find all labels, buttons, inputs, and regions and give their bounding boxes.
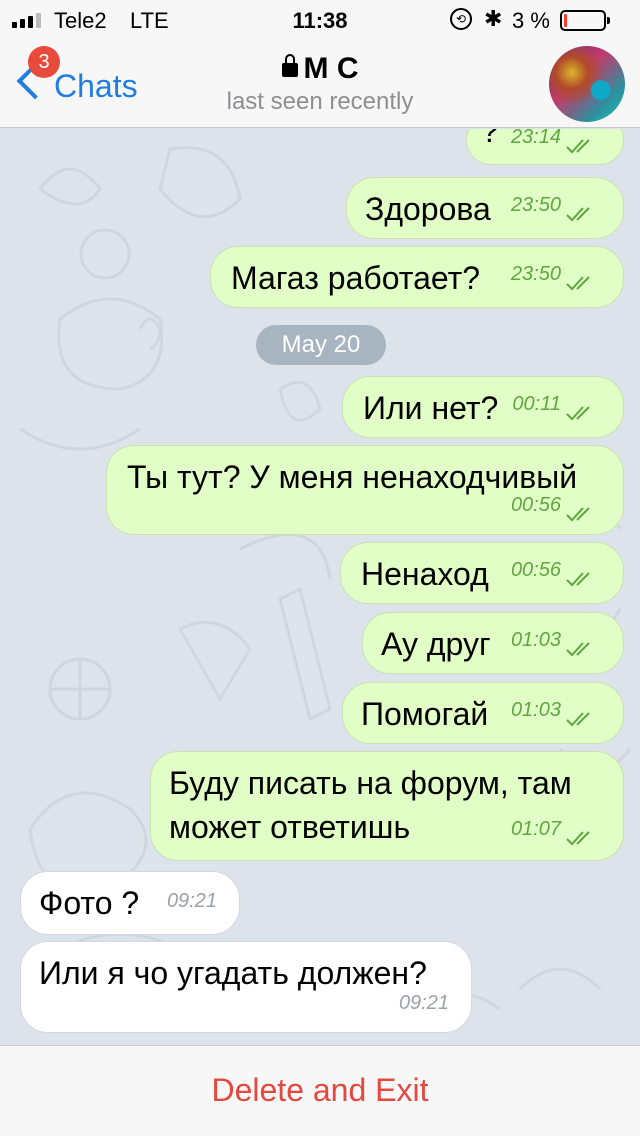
message-text: Или нет?: [363, 390, 499, 426]
message-list[interactable]: ? 23:14 Здорова 23:50 Магаз работает? 23…: [0, 129, 640, 1045]
date-separator: May 20: [256, 325, 386, 365]
message-time-text: 23:14: [510, 129, 561, 148]
double-check-icon: [566, 139, 590, 154]
message-time-text: 00:56: [510, 559, 561, 581]
lock-icon: [281, 54, 298, 77]
message-bubble-outgoing[interactable]: Или нет? 00:11: [342, 376, 624, 438]
message-time-text: 01:03: [510, 629, 561, 651]
bottom-action-bar: Delete and Exit: [0, 1045, 640, 1136]
message-bubble-outgoing[interactable]: Здорова 23:50: [346, 177, 624, 239]
message-time: 00:11: [512, 385, 590, 423]
double-check-icon: [566, 276, 590, 291]
message-time: 01:07: [510, 810, 590, 848]
double-check-icon: [566, 712, 590, 727]
message-bubble-outgoing[interactable]: Ты тут? У меня ненаходчивый 00:56: [106, 445, 624, 535]
message-text: Или я чо угадать должен?: [39, 955, 427, 991]
message-text: Ненаход: [361, 556, 489, 592]
message-text: Фото ?: [39, 885, 140, 921]
chat-title-area[interactable]: M C last seen recently: [160, 52, 480, 116]
message-time-text: 00:11: [512, 393, 561, 415]
message-text: ?: [481, 129, 499, 149]
message-bubble-outgoing[interactable]: Помогай 01:03: [342, 682, 624, 744]
message-time-text: 00:56: [510, 494, 561, 516]
battery-level: [564, 14, 567, 27]
message-time: 23:50: [510, 186, 590, 224]
bluetooth-icon: ✱: [484, 6, 503, 31]
message-time-text: 01:03: [510, 699, 561, 721]
avatar[interactable]: [549, 46, 625, 122]
message-time: 01:03: [510, 691, 590, 729]
battery-percent: 3 %: [512, 8, 550, 33]
status-bar: Tele2 LTE 11:38 ⟲ ✱ 3 %: [0, 0, 640, 40]
message-time-text: 23:50: [510, 263, 561, 285]
back-button[interactable]: Chats 3: [14, 46, 154, 110]
message-time: 09:21: [398, 992, 449, 1014]
message-text: Помогай: [361, 696, 489, 732]
message-bubble-outgoing[interactable]: ? 23:14: [466, 129, 624, 165]
message-bubble-outgoing[interactable]: Буду писать на форум, там может ответишь…: [150, 751, 624, 861]
back-button-label: Chats: [54, 68, 138, 104]
message-text: Буду писать на форум, там: [169, 765, 572, 801]
delete-and-exit-button[interactable]: Delete and Exit: [0, 1072, 640, 1109]
message-time: 23:50: [510, 255, 590, 293]
double-check-icon: [566, 507, 590, 522]
message-text: Магаз работает?: [231, 260, 481, 296]
double-check-icon: [566, 207, 590, 222]
message-time: 00:56: [510, 551, 590, 589]
message-text: Здорова: [365, 191, 491, 227]
battery-icon: [560, 10, 610, 31]
double-check-icon: [566, 831, 590, 846]
message-time-text: 23:50: [510, 194, 561, 216]
message-time: 00:56: [510, 486, 590, 524]
last-seen-status: last seen recently: [226, 88, 414, 115]
message-time: 09:21: [166, 890, 217, 912]
message-time-text: 01:07: [510, 818, 561, 840]
message-bubble-incoming[interactable]: Фото ? 09:21: [20, 871, 240, 935]
message-bubble-outgoing[interactable]: Ау друг 01:03: [362, 612, 624, 674]
message-time: 23:14: [510, 129, 590, 156]
double-check-icon: [566, 642, 590, 657]
chat-header: Chats 3 M C last seen recently: [0, 40, 640, 128]
message-bubble-outgoing[interactable]: Магаз работает? 23:50: [210, 246, 624, 308]
message-text-line-2: может ответишь: [169, 809, 411, 845]
chat-title: M C: [160, 52, 480, 86]
unread-badge: 3: [28, 46, 60, 78]
message-bubble-incoming[interactable]: Или я чо угадать должен? 09:21: [20, 941, 472, 1033]
rotation-lock-icon: ⟲: [450, 8, 472, 30]
double-check-icon: [566, 572, 590, 587]
chat-title-text: M C: [303, 52, 359, 85]
message-time: 01:03: [510, 621, 590, 659]
message-text: Ты тут? У меня ненаходчивый: [127, 459, 578, 495]
message-bubble-outgoing[interactable]: Ненаход 00:56: [340, 542, 624, 604]
double-check-icon: [566, 406, 590, 421]
message-text: Ау друг: [381, 626, 491, 662]
